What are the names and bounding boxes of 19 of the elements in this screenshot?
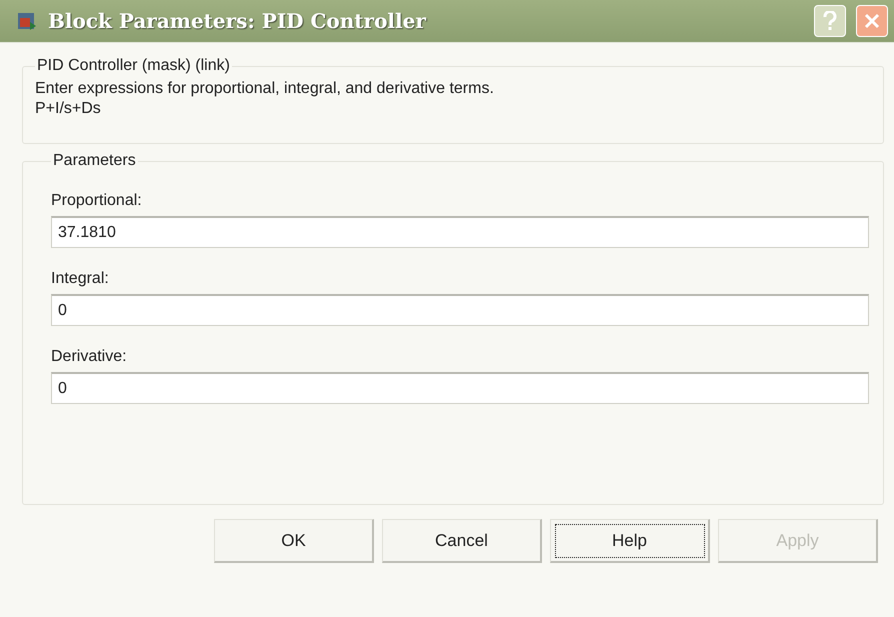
dialog-button[interactable]: Cancel bbox=[382, 519, 542, 563]
group-title: Parameters bbox=[52, 152, 137, 170]
window-title: Block Parameters: PID Controller bbox=[48, 9, 428, 33]
dialog-button[interactable]: Help bbox=[550, 519, 710, 563]
group-title: PID Controller (mask) (link) bbox=[36, 57, 231, 75]
input-field[interactable]: 0 bbox=[51, 294, 869, 326]
question-icon bbox=[823, 11, 837, 31]
description-text: Enter expressions for proportional, integral, and derivative terms. bbox=[35, 79, 495, 99]
input-field[interactable]: 37.1810 bbox=[51, 216, 869, 248]
dialog-button[interactable]: OK bbox=[214, 519, 374, 563]
help-button[interactable] bbox=[814, 5, 846, 37]
field-label: Proportional: bbox=[51, 192, 143, 210]
app-icon bbox=[16, 10, 38, 32]
input-field[interactable]: 0 bbox=[51, 372, 869, 404]
field-label: Derivative: bbox=[51, 348, 128, 366]
field-label: Integral: bbox=[51, 270, 110, 288]
close-icon bbox=[863, 12, 881, 30]
close-button[interactable] bbox=[856, 5, 888, 37]
description-text: P+I/s+Ds bbox=[35, 99, 102, 119]
